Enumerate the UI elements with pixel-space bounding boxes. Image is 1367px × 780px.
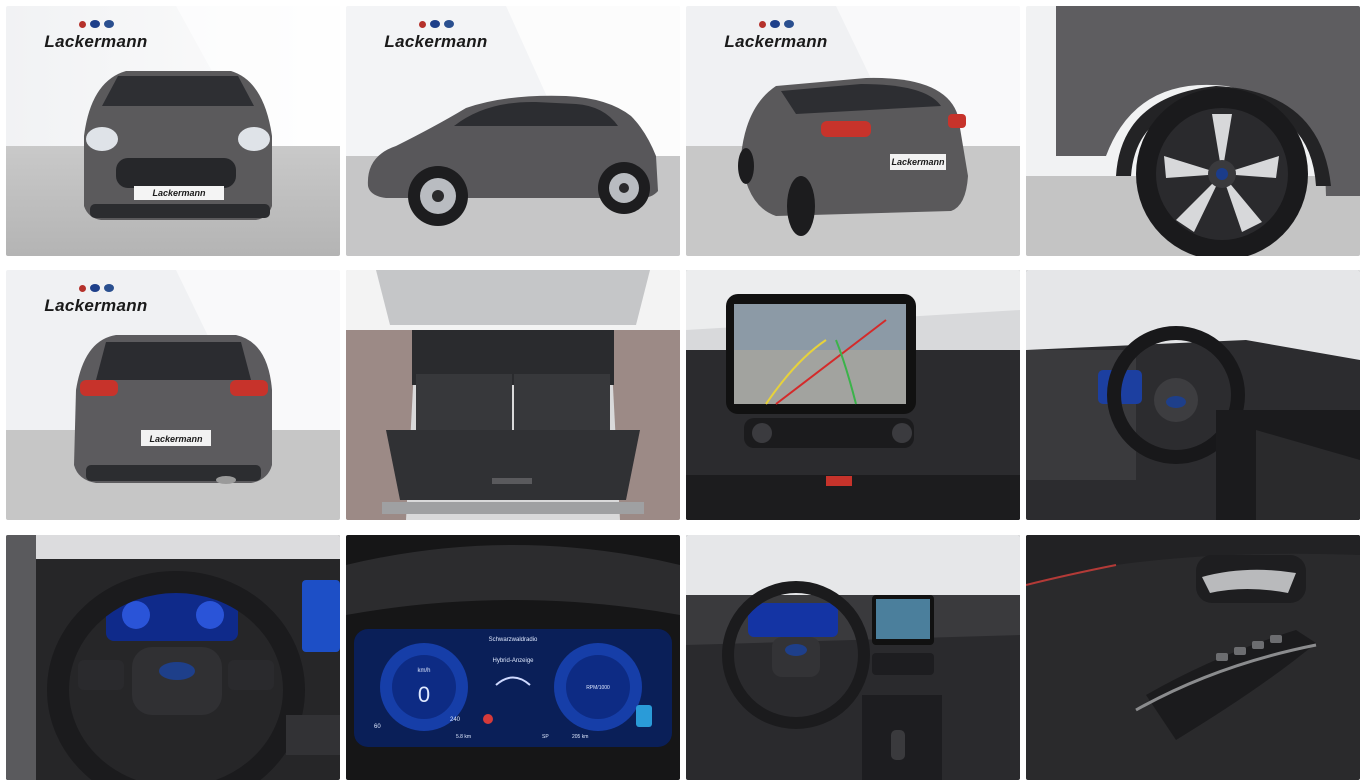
dealer-logo-text: Lackermann	[44, 32, 148, 51]
dealer-logo-text: Lackermann	[724, 32, 828, 51]
brand-icons	[376, 18, 496, 30]
photo-gallery: Lackermann Lackermann Lackermann Lackerm…	[0, 0, 1367, 780]
hyundai-icon	[783, 20, 794, 28]
dealer-logo-text: Lackermann	[384, 32, 488, 51]
hyundai-icon	[103, 20, 114, 28]
opel-icon	[78, 20, 86, 28]
photo-rear-view[interactable]: Lackermann Lackermann	[6, 270, 340, 520]
cluster-mode-label: Hybrid-Anzeige	[492, 658, 534, 664]
brand-icons	[36, 18, 156, 30]
photo-wheel-closeup[interactable]	[1026, 6, 1360, 256]
cluster-speed: 0	[418, 682, 430, 707]
ford-icon	[89, 284, 100, 292]
license-plate: Lackermann	[152, 188, 206, 198]
cluster-gear: SP	[542, 734, 549, 740]
photo-door-panel[interactable]	[1026, 535, 1360, 780]
license-plate: Lackermann	[149, 434, 203, 444]
brand-icons	[36, 282, 156, 294]
photo-front-view[interactable]: Lackermann Lackermann	[6, 6, 340, 256]
opel-icon	[78, 284, 86, 292]
photo-cockpit-door-view[interactable]	[1026, 270, 1360, 520]
cluster-range-right: 205 km	[572, 734, 588, 740]
license-plate: Lackermann	[891, 157, 945, 167]
cluster-rpm-label: RPM/1000	[586, 685, 610, 691]
ford-icon	[429, 20, 440, 28]
cluster-range-left: 240	[450, 717, 461, 723]
dealer-logo: Lackermann	[376, 18, 496, 52]
opel-icon	[758, 20, 766, 28]
photo-rear-quarter-view[interactable]: Lackermann Lackermann	[686, 6, 1020, 256]
brand-icons	[716, 18, 836, 30]
cluster-speed-unit: km/h	[417, 668, 430, 674]
photo-trunk[interactable]	[346, 270, 680, 520]
photo-backup-camera-screen[interactable]	[686, 270, 1020, 520]
photo-digital-cluster[interactable]: 0 km/h Schwarzwaldradio Hybrid-Anzeige R…	[346, 535, 680, 780]
dealer-logo: Lackermann	[36, 282, 156, 316]
photo-side-view[interactable]: Lackermann	[346, 6, 680, 256]
photo-dashboard-overview[interactable]	[686, 535, 1020, 780]
photo-steering-wheel[interactable]	[6, 535, 340, 780]
opel-icon	[418, 20, 426, 28]
cluster-track: Schwarzwaldradio	[489, 637, 538, 643]
dealer-logo: Lackermann	[36, 18, 156, 52]
cluster-odo-left: 60	[374, 724, 381, 730]
ford-icon	[89, 20, 100, 28]
cluster-trip: 5.8 km	[456, 734, 471, 740]
ford-icon	[769, 20, 780, 28]
dealer-logo-text: Lackermann	[44, 296, 148, 315]
hyundai-icon	[103, 284, 114, 292]
hyundai-icon	[443, 20, 454, 28]
dealer-logo: Lackermann	[716, 18, 836, 52]
